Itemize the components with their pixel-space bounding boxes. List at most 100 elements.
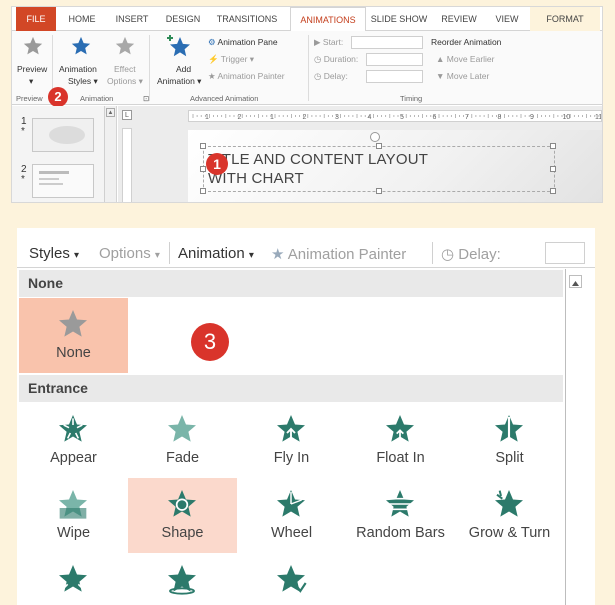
svg-text:8: 8 — [498, 114, 502, 121]
options-dropdown[interactable]: Options ▾ — [99, 245, 160, 262]
ribbon-tab-bar: FILE HOME INSERT DESIGN TRANSITIONS ANIM… — [12, 7, 602, 32]
section-entrance-header: Entrance — [19, 375, 563, 402]
gallery-toolbar: Styles ▾ Options ▾ Animation ▾ ★ Animati… — [17, 228, 595, 268]
dialog-launcher-icon[interactable]: ⊡ — [143, 94, 149, 103]
preview-button[interactable]: Preview — [17, 64, 47, 74]
effect-wipe[interactable]: Wipe — [19, 478, 128, 553]
add-animation-button[interactable]: Animation ▾ — [157, 76, 201, 87]
delay-spinner[interactable] — [366, 70, 423, 83]
duration-spinner[interactable] — [366, 53, 423, 66]
preview-dropdown-icon[interactable]: ▾ — [29, 76, 33, 87]
powerpoint-window: FILE HOME INSERT DESIGN TRANSITIONS ANIM… — [11, 6, 603, 203]
effect-bounce[interactable] — [237, 553, 346, 605]
horizontal-ruler: 1 2 1 2 3 4 5 6 7 8 9 10 11 — [188, 110, 602, 122]
svg-text:4: 4 — [368, 114, 372, 121]
animation-styles-star-icon[interactable] — [70, 35, 92, 62]
effect-label: Shape — [161, 525, 204, 541]
svg-text:5: 5 — [400, 114, 404, 121]
animation-styles-button[interactable]: Styles ▾ — [68, 76, 98, 87]
vertical-ruler — [122, 128, 132, 202]
preview-star-icon[interactable] — [22, 35, 44, 62]
slide-thumbnails-pane: 1 * 2 * ▲ — [12, 106, 117, 202]
rotate-handle-icon[interactable] — [370, 132, 380, 142]
effect-fly-in[interactable]: Fly In — [237, 403, 346, 478]
effect-float-in[interactable]: Float In — [346, 403, 455, 478]
slide-canvas[interactable]: TITLE AND CONTENT LAYOUT WITH CHART — [188, 130, 602, 202]
svg-text:2: 2 — [303, 114, 307, 121]
thumbnail-scrollbar[interactable]: ▲ — [104, 106, 116, 202]
tab-selector-icon[interactable]: L — [122, 110, 132, 120]
effect-shape[interactable]: Shape — [128, 478, 237, 553]
tab-transitions[interactable]: TRANSITIONS — [212, 7, 282, 31]
effect-split[interactable]: Split — [455, 403, 564, 478]
delay-label: ◷ Delay: — [441, 246, 501, 263]
section-none-header: None — [19, 270, 563, 297]
effect-label: Grow & Turn — [468, 525, 551, 541]
effect-label: None — [56, 345, 91, 361]
svg-text:2: 2 — [238, 114, 242, 121]
trigger-button[interactable]: ⚡ Trigger ▾ — [208, 54, 254, 65]
animations-ribbon: Preview ▾ Animation Styles ▾ Effect Opti… — [12, 31, 602, 107]
svg-text:11: 11 — [595, 114, 601, 121]
animation-painter-button[interactable]: ★ Animation Painter — [208, 71, 285, 82]
scroll-up-button[interactable] — [569, 275, 582, 288]
effect-options-label[interactable]: Effect — [114, 64, 136, 74]
callout-badge-3: 3 — [191, 323, 229, 361]
add-animation-label[interactable]: Add — [176, 64, 191, 74]
callout-badge-2: 2 — [48, 87, 68, 107]
svg-text:9: 9 — [530, 114, 534, 121]
tab-format[interactable]: FORMAT — [530, 7, 600, 31]
effect-label: Wipe — [56, 525, 91, 541]
svg-text:1: 1 — [205, 114, 209, 121]
start-dropdown[interactable] — [351, 36, 423, 49]
tab-insert[interactable]: INSERT — [110, 7, 154, 31]
slide-2-thumbnail[interactable] — [32, 164, 94, 198]
effect-none[interactable]: None — [19, 298, 128, 373]
callout-badge-1: 1 — [206, 153, 228, 175]
tab-slide-show[interactable]: SLIDE SHOW — [368, 7, 430, 31]
animation-painter-button[interactable]: ★ Animation Painter — [271, 245, 406, 263]
tab-animations[interactable]: ANIMATIONS — [290, 7, 366, 32]
gallery-scrollbar[interactable] — [565, 269, 585, 605]
animation-dropdown[interactable]: Animation ▾ — [178, 245, 254, 262]
styles-dropdown[interactable]: Styles ▾ — [29, 245, 79, 262]
reorder-animation-label: Reorder Animation — [431, 37, 502, 47]
effect-label: Float In — [376, 450, 425, 466]
animation-pane-button[interactable]: ⚙ Animation Pane — [208, 37, 278, 48]
move-earlier-button[interactable]: ▲ Move Earlier — [436, 54, 495, 64]
effect-grow-turn[interactable]: Grow & Turn — [455, 478, 564, 553]
effect-label: Fade — [165, 450, 200, 466]
svg-text:6: 6 — [433, 114, 437, 121]
group-timing-label: Timing — [400, 94, 423, 103]
tab-review[interactable]: REVIEW — [436, 7, 482, 31]
duration-label: ◷ Duration: — [314, 54, 359, 64]
effect-appear[interactable]: Appear — [19, 403, 128, 478]
svg-text:7: 7 — [465, 114, 469, 121]
tab-design[interactable]: DESIGN — [160, 7, 206, 31]
add-animation-star-icon[interactable] — [167, 34, 193, 63]
svg-text:10: 10 — [563, 114, 571, 121]
svg-text:1: 1 — [270, 114, 274, 121]
group-animation-label: Animation — [80, 94, 114, 103]
animation-styles-label[interactable]: Animation — [59, 64, 97, 74]
start-label: ▶ Start: — [314, 37, 344, 47]
effect-options-star-icon[interactable] — [114, 35, 136, 62]
effect-label: Fly In — [273, 450, 310, 466]
tab-view[interactable]: VIEW — [490, 7, 524, 31]
delay-field[interactable] — [545, 242, 585, 264]
delay-label: ◷ Delay: — [314, 71, 348, 81]
effect-fade[interactable]: Fade — [128, 403, 237, 478]
tab-file[interactable]: FILE — [16, 7, 56, 31]
slide-2-animation-marker: * — [21, 174, 25, 185]
effect-options-button[interactable]: Options ▾ — [107, 76, 143, 87]
effect-swivel[interactable] — [128, 553, 237, 605]
effect-random-bars[interactable]: Random Bars — [346, 478, 455, 553]
effect-label: Random Bars — [356, 525, 445, 541]
effect-wheel[interactable]: Wheel — [237, 478, 346, 553]
slide-1-thumbnail[interactable] — [32, 118, 94, 152]
move-later-button[interactable]: ▼ Move Later — [436, 71, 489, 81]
effect-zoom[interactable] — [19, 553, 128, 605]
slide-1-animation-marker: * — [21, 126, 25, 137]
tab-home[interactable]: HOME — [62, 7, 102, 31]
slide-title[interactable]: TITLE AND CONTENT LAYOUT WITH CHART — [208, 150, 428, 188]
